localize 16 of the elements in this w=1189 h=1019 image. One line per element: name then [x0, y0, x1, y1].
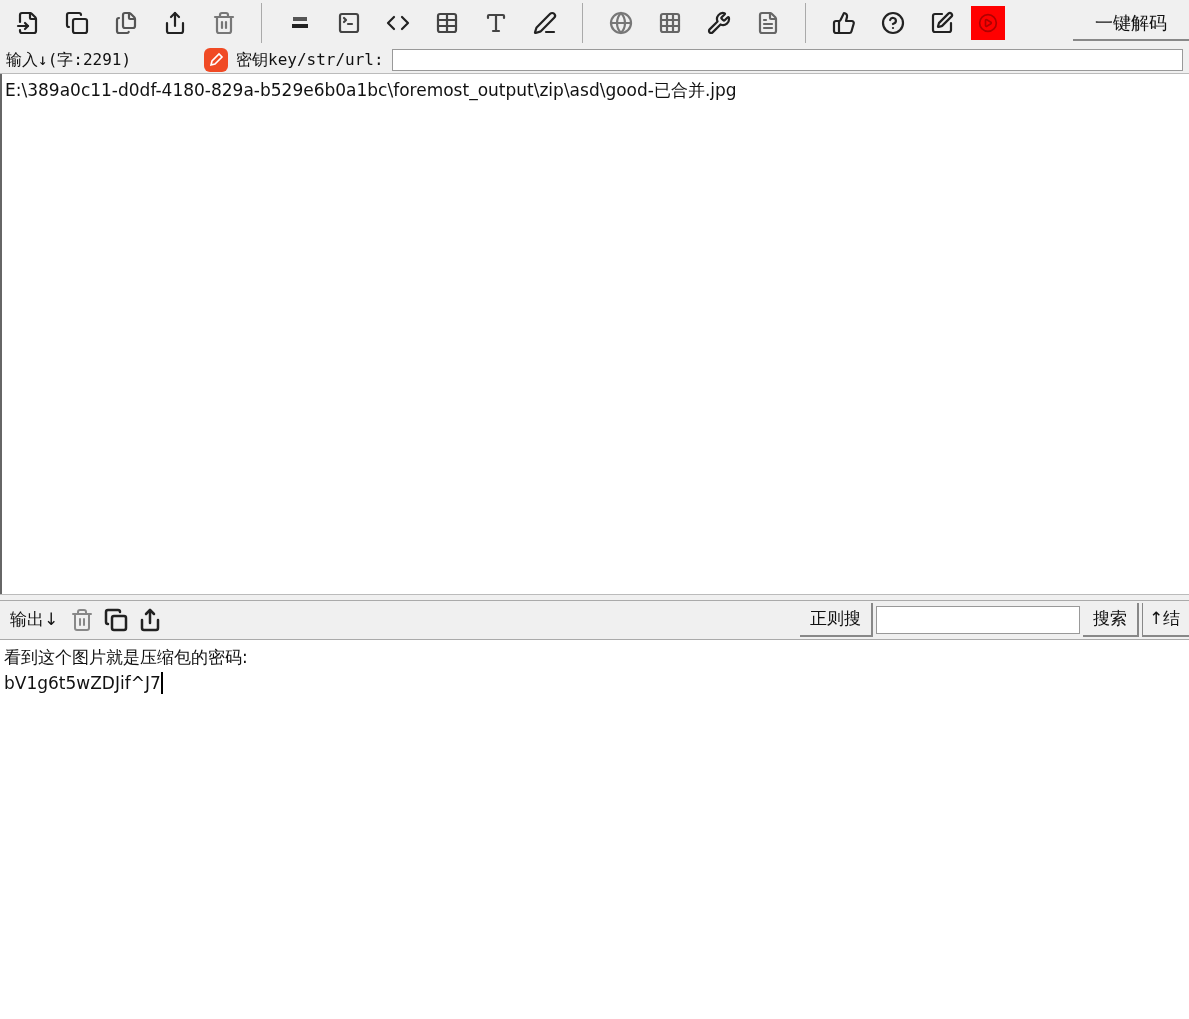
copy-icon[interactable] — [104, 608, 129, 632]
output-line: bV1g6t5wZDJif^J7 — [4, 672, 161, 695]
input-text: E:\389a0c11-d0df-4180-829a-b529e6b0a1bc\foremost_output\zip\asd\good-已合并.jpg — [5, 80, 737, 100]
key-field[interactable] — [391, 48, 1183, 71]
output-label: 输出↓ — [10, 608, 59, 632]
pencil-icon — [204, 47, 228, 72]
search-field[interactable] — [876, 606, 1080, 634]
text-cursor — [160, 672, 163, 694]
trash-icon[interactable] — [70, 608, 95, 632]
output-line: 看到这个图片就是压缩包的密码: — [4, 646, 248, 669]
play-icon — [978, 13, 998, 33]
regex-search-button[interactable]: 正则搜 — [800, 603, 873, 637]
result-button[interactable]: ↑结 — [1142, 603, 1189, 637]
search-button[interactable]: 搜索 — [1083, 603, 1139, 637]
input-label: 输入↓(字:2291) — [6, 48, 133, 71]
key-label: 密钥key/str/url: — [236, 48, 384, 71]
